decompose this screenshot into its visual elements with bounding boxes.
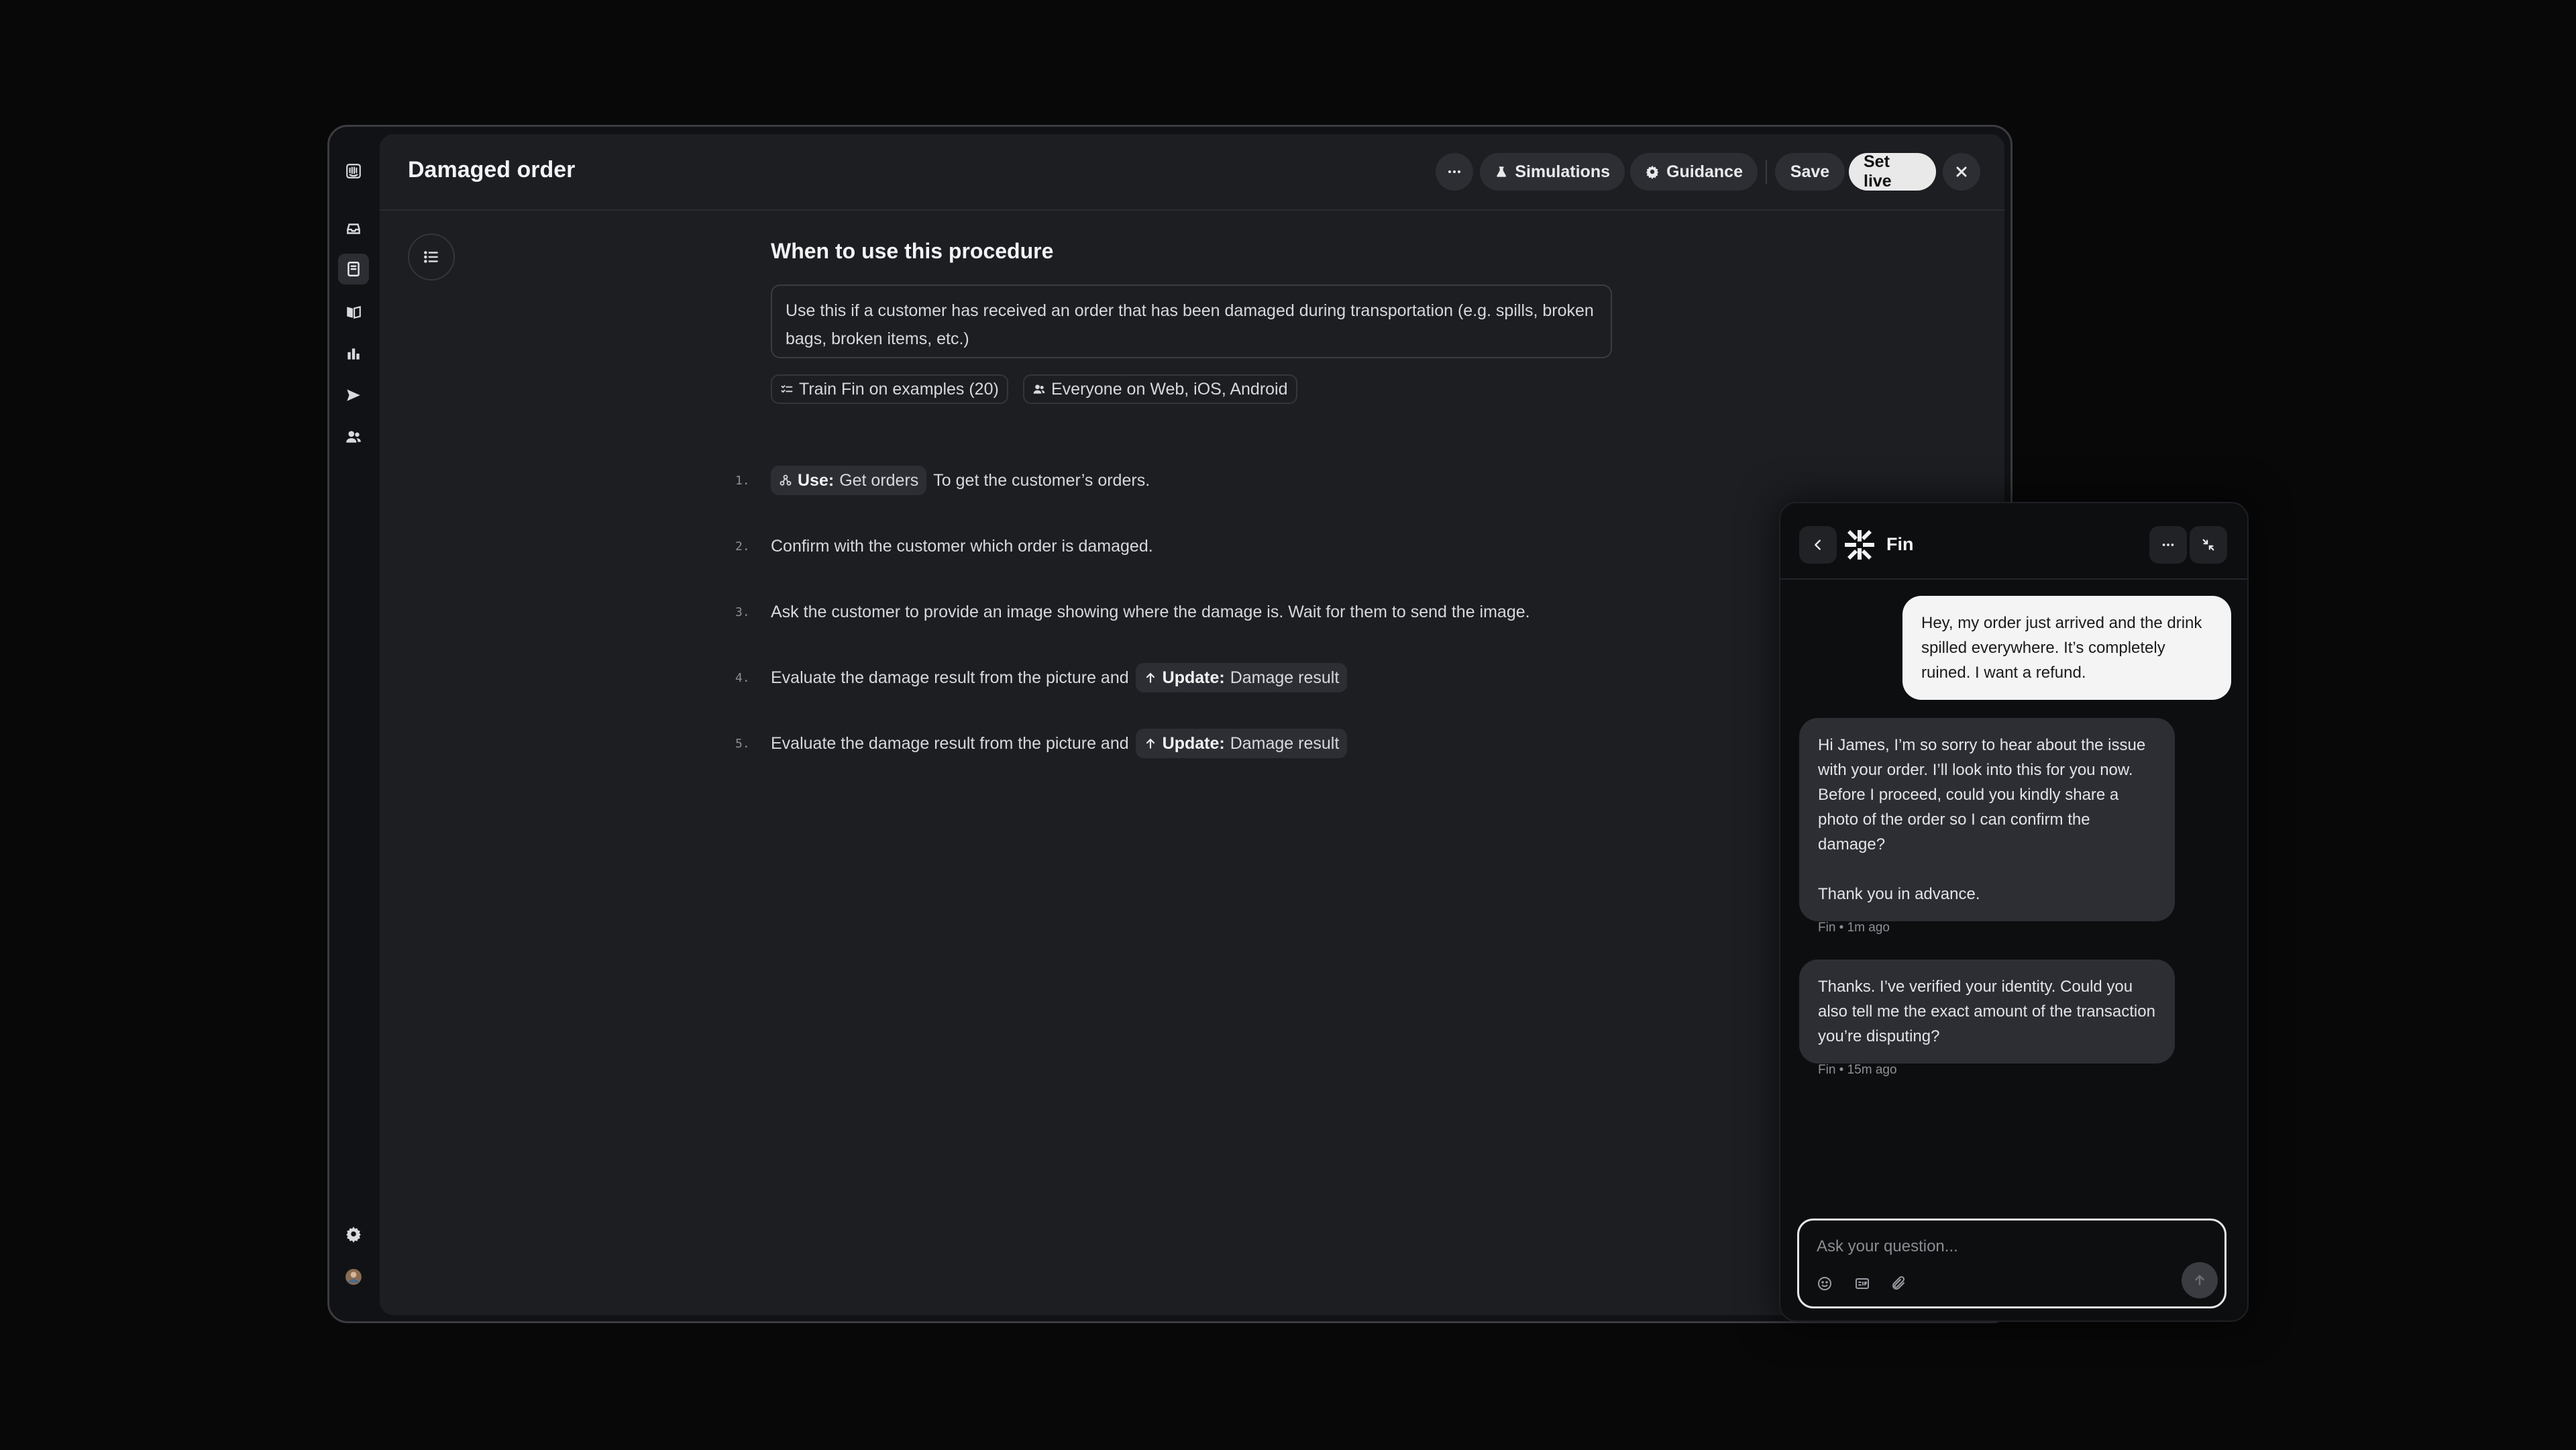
chat-agent-name: Fin xyxy=(1886,534,1914,554)
step-number: 5. xyxy=(735,736,750,751)
update-action-pill[interactable]: Update: Damage result xyxy=(1135,663,1348,692)
pill-value: Damage result xyxy=(1230,733,1340,753)
chat-input[interactable] xyxy=(1815,1233,2194,1261)
send-button[interactable] xyxy=(2182,1262,2218,1298)
inbox-icon[interactable] xyxy=(342,217,365,240)
step-number: 3. xyxy=(735,605,750,619)
collapse-arrows-icon xyxy=(2202,539,2214,551)
procedure-step[interactable]: 2. Confirm with the customer which order… xyxy=(735,529,1153,563)
simulations-button[interactable]: Simulations xyxy=(1480,153,1625,191)
procedure-step[interactable]: 1. Use: Get orders To get the customer’s… xyxy=(735,464,1150,497)
set-live-button[interactable]: Set live xyxy=(1849,152,1936,191)
update-action-pill[interactable]: Update: Damage result xyxy=(1135,729,1348,758)
step-number: 2. xyxy=(735,539,750,554)
step-text: Ask the customer to provide an image sho… xyxy=(771,602,1530,621)
pill-value: Get orders xyxy=(839,470,919,490)
ellipsis-icon xyxy=(2162,543,2174,546)
use-action-pill[interactable]: Use: Get orders xyxy=(771,466,927,495)
pill-value: Damage result xyxy=(1230,668,1340,687)
gif-icon[interactable] xyxy=(1853,1274,1872,1293)
step-number: 4. xyxy=(735,670,750,685)
chevron-left-icon xyxy=(1815,539,1821,550)
app-logo-icon[interactable] xyxy=(342,160,365,183)
chat-more-button[interactable] xyxy=(2149,526,2187,564)
attachment-icon[interactable] xyxy=(1889,1274,1908,1293)
gear-icon xyxy=(1646,165,1659,180)
message-meta: Fin • 1m ago xyxy=(1818,921,1890,935)
procedure-step[interactable]: 4. Evaluate the damage result from the p… xyxy=(735,661,1348,694)
guidance-button[interactable]: Guidance xyxy=(1630,153,1758,191)
user-avatar[interactable] xyxy=(342,1265,365,1288)
fin-message: Thanks. I’ve verified your identity. Cou… xyxy=(1799,960,2175,1064)
fin-message: Hi James, I’m so sorry to hear about the… xyxy=(1799,718,2175,921)
step-number: 1. xyxy=(735,473,750,488)
people-icon xyxy=(1033,384,1045,394)
settings-icon[interactable] xyxy=(342,1223,365,1245)
simulations-label: Simulations xyxy=(1515,162,1610,181)
procedures-icon[interactable] xyxy=(338,254,369,284)
step-text: Evaluate the damage result from the pict… xyxy=(771,668,1129,687)
chat-composer xyxy=(1797,1219,2226,1308)
ellipsis-icon xyxy=(1448,170,1460,173)
knowledge-icon[interactable] xyxy=(342,301,365,323)
editor-header: Damaged order Simulations Guidance Save … xyxy=(380,134,2004,211)
audience-chip[interactable]: Everyone on Web, iOS, Android xyxy=(1023,374,1297,404)
arrow-up-icon xyxy=(1146,738,1155,749)
emoji-icon[interactable] xyxy=(1815,1274,1834,1293)
arrow-up-icon xyxy=(2195,1274,2204,1286)
collapse-button[interactable] xyxy=(2190,526,2227,564)
chat-header: Fin xyxy=(1780,503,2247,580)
left-nav-rail xyxy=(327,125,380,1323)
train-fin-chip[interactable]: Train Fin on examples (20) xyxy=(771,374,1008,404)
procedure-step[interactable]: 5. Evaluate the damage result from the p… xyxy=(735,727,1348,760)
back-button[interactable] xyxy=(1799,526,1837,564)
arrow-up-icon xyxy=(1146,672,1155,683)
fin-chat-panel: Fin Hey, my order just arrived and the d… xyxy=(1779,502,2249,1322)
fin-logo-icon xyxy=(1845,530,1874,560)
header-divider xyxy=(1766,160,1767,184)
close-icon xyxy=(1956,166,1967,177)
section-title: When to use this procedure xyxy=(771,239,1054,263)
pill-keyword: Update: xyxy=(1162,668,1225,687)
reports-icon[interactable] xyxy=(342,342,365,365)
save-button[interactable]: Save xyxy=(1775,153,1845,191)
list-icon xyxy=(424,251,438,263)
table-of-contents-button[interactable] xyxy=(408,234,455,280)
procedure-editor: Damaged order Simulations Guidance Save … xyxy=(380,134,2004,1315)
audience-label: Everyone on Web, iOS, Android xyxy=(1051,379,1288,399)
page-title: Damaged order xyxy=(408,157,576,183)
guidance-label: Guidance xyxy=(1666,162,1743,181)
checklist-icon xyxy=(781,385,793,393)
when-to-use-description[interactable]: Use this if a customer has received an o… xyxy=(771,284,1612,358)
step-text: Evaluate the damage result from the pict… xyxy=(771,733,1129,753)
message-meta: Fin • 15m ago xyxy=(1818,1063,1897,1077)
step-text: Confirm with the customer which order is… xyxy=(771,536,1153,556)
user-message: Hey, my order just arrived and the drink… xyxy=(1902,596,2231,700)
pill-keyword: Update: xyxy=(1162,733,1225,753)
contacts-icon[interactable] xyxy=(342,425,365,448)
train-fin-label: Train Fin on examples (20) xyxy=(799,379,999,399)
step-text: To get the customer’s orders. xyxy=(933,470,1150,490)
procedure-step[interactable]: 3. Ask the customer to provide an image … xyxy=(735,595,1530,629)
connector-icon xyxy=(780,474,792,486)
pill-keyword: Use: xyxy=(798,470,835,490)
close-button[interactable] xyxy=(1943,153,1980,191)
more-options-button[interactable] xyxy=(1436,153,1473,191)
flask-icon xyxy=(1497,166,1507,177)
outbound-icon[interactable] xyxy=(342,384,365,407)
